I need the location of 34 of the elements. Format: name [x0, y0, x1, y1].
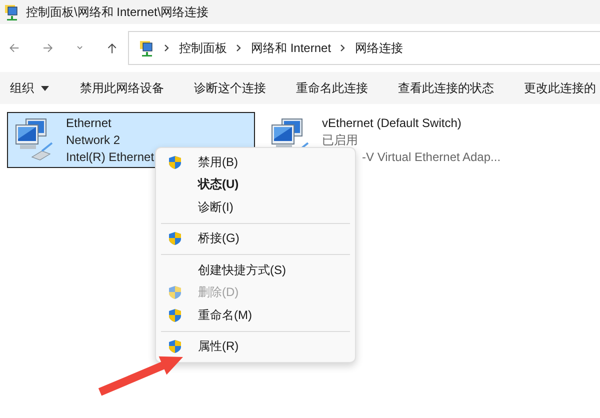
menu-item[interactable]: 属性(R) [156, 336, 355, 358]
chevron-right-icon [235, 43, 243, 53]
menu-item[interactable]: 诊断(I) [156, 196, 355, 218]
adapter-name: Intel(R) Ethernet [66, 148, 154, 166]
breadcrumb[interactable]: 控制面板 [179, 40, 227, 56]
menu-item[interactable]: 桥接(G) [156, 228, 355, 250]
caret-icon [40, 84, 50, 92]
toolbar-button[interactable]: 禁用此网络设备 [80, 80, 164, 96]
adapter-name: -V Virtual Ethernet Adap... [361, 148, 501, 166]
address-bar[interactable]: 控制面板 网络和 Internet 网络连接 [128, 31, 600, 65]
shield-icon [168, 231, 182, 246]
menu-item[interactable]: 创建快捷方式(S) [156, 259, 355, 282]
shield-icon [168, 308, 182, 323]
breadcrumb[interactable]: 网络连接 [355, 40, 404, 56]
menu-item[interactable]: 重命名(M) [156, 304, 355, 326]
shield-icon [168, 154, 182, 170]
network-folder-icon [139, 40, 155, 56]
window-title: 控制面板\网络和 Internet\网络连接 [26, 4, 209, 20]
breadcrumb[interactable]: 网络和 Internet [251, 40, 332, 56]
chevron-right-icon [163, 43, 171, 53]
chevron-right-icon [339, 43, 348, 53]
toolbar-button[interactable]: 诊断这个连接 [194, 80, 266, 96]
shield-icon [168, 339, 182, 354]
network-folder-icon [4, 4, 20, 20]
toolbar-button[interactable]: 组织 [10, 80, 50, 96]
toolbar-button[interactable]: 更改此连接的 [524, 80, 596, 96]
connection-status: 已启用 [322, 132, 359, 148]
shield-icon [168, 285, 182, 300]
connection-name: vEthernet (Default Switch) [322, 114, 462, 132]
connection-status: Network 2 [66, 132, 122, 148]
menu-item[interactable]: 状态(U) [156, 174, 355, 196]
connection-name: Ethernet [66, 114, 112, 132]
toolbar-button[interactable]: 查看此连接的状态 [398, 80, 494, 96]
toolbar-button[interactable]: 重命名此连接 [296, 80, 368, 96]
